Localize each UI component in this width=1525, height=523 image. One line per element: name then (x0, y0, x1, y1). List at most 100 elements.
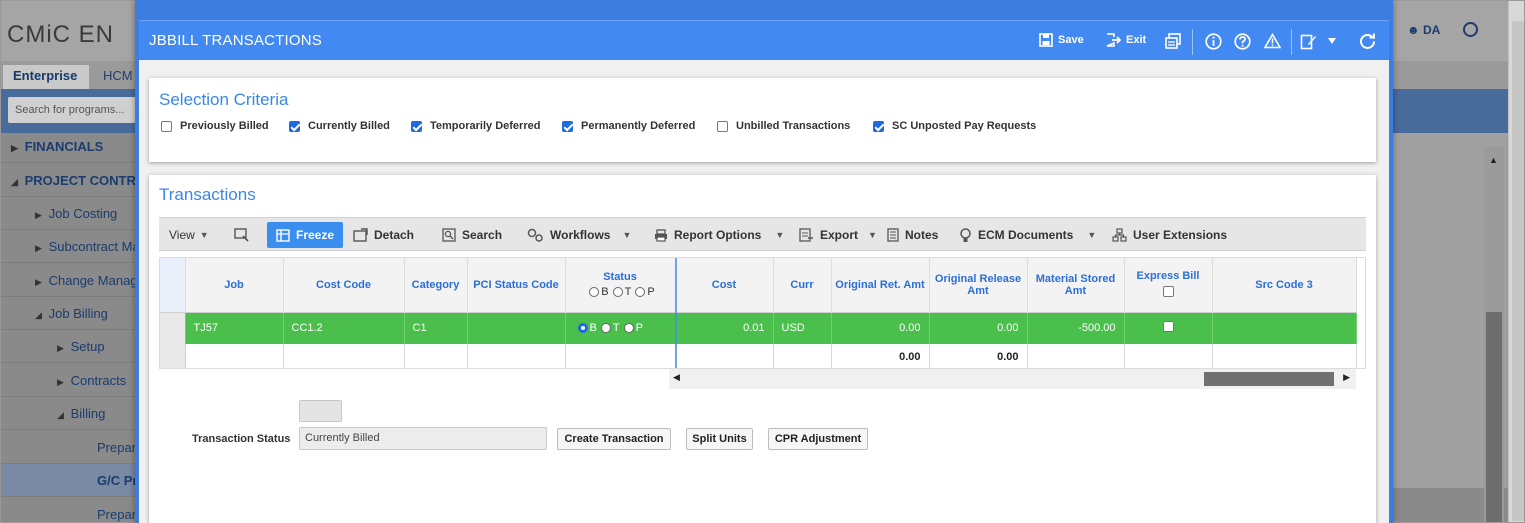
nav-gc-progress[interactable]: G/C Pr (1, 464, 137, 497)
column-header-cost-code[interactable]: Cost Code (283, 258, 405, 313)
chevron-down-icon[interactable] (1323, 32, 1341, 50)
nav-prepare-2[interactable]: Prepar (1, 498, 137, 522)
scroll-left-icon[interactable]: ◀ (673, 372, 680, 383)
row-selector[interactable] (160, 312, 186, 344)
nav-project-controls[interactable]: ◢ PROJECT CONTR (1, 164, 137, 197)
table-row[interactable]: TJ57 CC1.2 C1 B T P 0.01 USD 0.00 0.00 -50… (160, 312, 1357, 344)
edit-icon[interactable] (1299, 32, 1317, 50)
view-menu[interactable]: View ▼ (169, 218, 209, 252)
checkbox-icon[interactable] (1162, 321, 1174, 333)
cell-cost[interactable]: 0.01 (675, 312, 774, 344)
copy-window-icon[interactable] (1164, 32, 1182, 50)
nav-job-costing[interactable]: ▶ Job Costing (1, 197, 137, 230)
background-scrollbar[interactable]: ▲ (1484, 147, 1504, 522)
ecm-documents-menu[interactable]: ECM Documents ▼ (959, 218, 1096, 252)
radio-icon[interactable] (623, 323, 634, 334)
nav-contracts[interactable]: ▶ Contracts (1, 364, 137, 397)
cpr-adjustment-button[interactable]: CPR Adjustment (768, 428, 868, 450)
transactions-title: Transactions (159, 185, 256, 204)
column-header-status[interactable]: Status B T P (565, 258, 676, 313)
column-header-material-stored-amt[interactable]: Material Stored Amt (1027, 258, 1125, 313)
previously-billed-checkbox[interactable]: Previously Billed (161, 120, 269, 132)
column-header-curr[interactable]: Curr (773, 258, 832, 313)
freeze-button[interactable]: Freeze (267, 222, 344, 248)
frozen-column-divider[interactable] (675, 258, 677, 368)
nav-job-billing[interactable]: ◢ Job Billing (1, 297, 137, 330)
save-button[interactable]: Save (1039, 33, 1084, 47)
user-menu[interactable]: ☻ DA (1407, 23, 1440, 37)
exit-label: Exit (1126, 34, 1147, 46)
globe-icon[interactable] (1463, 22, 1478, 37)
split-units-button[interactable]: Split Units (686, 428, 753, 450)
workflows-menu[interactable]: Workflows ▼ (527, 218, 631, 252)
cell-category[interactable]: C1 (404, 312, 468, 344)
export-menu[interactable]: Export ▼ (799, 218, 877, 252)
workflows-label: Workflows (550, 228, 611, 242)
help-icon[interactable] (1233, 32, 1251, 50)
window-scrollbar[interactable] (1508, 1, 1524, 522)
cell-src-code-3[interactable] (1212, 312, 1357, 344)
search-button[interactable]: Search (442, 218, 502, 252)
checkbox-icon[interactable] (1162, 285, 1174, 297)
nav-billing[interactable]: ◢ Billing (1, 397, 137, 430)
refresh-icon[interactable] (1358, 32, 1376, 50)
chevron-right-icon: ▶ (35, 210, 42, 220)
unbilled-transactions-checkbox[interactable]: Unbilled Transactions (717, 120, 850, 132)
radio-icon[interactable] (612, 287, 623, 298)
column-header-src-code-3[interactable]: Src Code 3 (1212, 258, 1357, 313)
column-header-cost[interactable]: Cost (675, 258, 774, 313)
scrollbar-thumb[interactable] (1512, 21, 1524, 521)
user-extensions-button[interactable]: User Extensions (1112, 218, 1227, 252)
column-header-category[interactable]: Category (404, 258, 468, 313)
column-header-pci-status-code[interactable]: PCI Status Code (467, 258, 566, 313)
cell-material-stored-amt[interactable]: -500.00 (1027, 312, 1125, 344)
nav-prepare-1[interactable]: Prepar (1, 431, 137, 464)
radio-label: P (647, 286, 655, 299)
program-search-input[interactable]: Search for programs... (8, 97, 136, 123)
column-header-express-bill[interactable]: Express Bill (1124, 258, 1213, 313)
cell-status[interactable]: BTP (565, 312, 676, 344)
checkbox-icon (161, 120, 172, 132)
create-transaction-button[interactable]: Create Transaction (557, 428, 671, 450)
radio-icon[interactable] (635, 287, 646, 298)
scrollbar-thumb[interactable] (1486, 312, 1502, 522)
report-options-menu[interactable]: Report Options ▼ (654, 218, 784, 252)
nav-subcontract-management[interactable]: ▶ Subcontract Ma (1, 230, 137, 263)
nav-setup[interactable]: ▶ Setup (1, 330, 137, 363)
unlabeled-field[interactable] (299, 400, 342, 422)
exit-button[interactable]: Exit (1106, 33, 1146, 47)
nav-financials[interactable]: ▶ FINANCIALS (1, 130, 137, 163)
checkbox-label: SC Unposted Pay Requests (892, 120, 1037, 132)
cell-original-release-amt[interactable]: 0.00 (929, 312, 1028, 344)
grid-horizontal-scrollbar[interactable]: ◀ ▶ (669, 369, 1356, 389)
detach-button[interactable]: Detach (353, 218, 414, 252)
column-header-original-release-amt[interactable]: Original Release Amt (929, 258, 1028, 313)
scrollbar-thumb[interactable] (1204, 372, 1334, 386)
cell-original-ret-amt[interactable]: 0.00 (831, 312, 930, 344)
warning-icon[interactable] (1263, 32, 1281, 50)
currently-billed-checkbox[interactable]: Currently Billed (289, 120, 390, 132)
cell-job[interactable]: TJ57 (185, 312, 284, 344)
tab-enterprise[interactable]: Enterprise (3, 65, 89, 89)
radio-icon[interactable] (600, 323, 611, 334)
cell-cost-code[interactable]: CC1.2 (283, 312, 405, 344)
nav-label: Prepar (97, 507, 137, 522)
cell-curr[interactable]: USD (773, 312, 832, 344)
temporarily-deferred-checkbox[interactable]: Temporarily Deferred (411, 120, 540, 132)
sc-unposted-pay-requests-checkbox[interactable]: SC Unposted Pay Requests (873, 120, 1036, 132)
cell-express-bill[interactable] (1124, 312, 1213, 344)
cell-pci-status-code[interactable] (467, 312, 566, 344)
radio-selected-icon[interactable] (577, 323, 588, 334)
freeze-icon (276, 228, 290, 242)
scroll-up-icon[interactable]: ▲ (1489, 155, 1498, 165)
nav-change-management[interactable]: ▶ Change Manag (1, 264, 137, 297)
notes-button[interactable]: Notes (887, 218, 938, 252)
permanently-deferred-checkbox[interactable]: Permanently Deferred (562, 120, 695, 132)
row-selector-header[interactable] (160, 258, 186, 313)
filter-icon[interactable] (234, 218, 255, 252)
column-header-original-ret-amt[interactable]: Original Ret. Amt (831, 258, 930, 313)
info-icon[interactable] (1204, 32, 1222, 50)
scroll-right-icon[interactable]: ▶ (1343, 372, 1350, 383)
column-header-job[interactable]: Job (185, 258, 284, 313)
radio-icon[interactable] (589, 287, 600, 298)
